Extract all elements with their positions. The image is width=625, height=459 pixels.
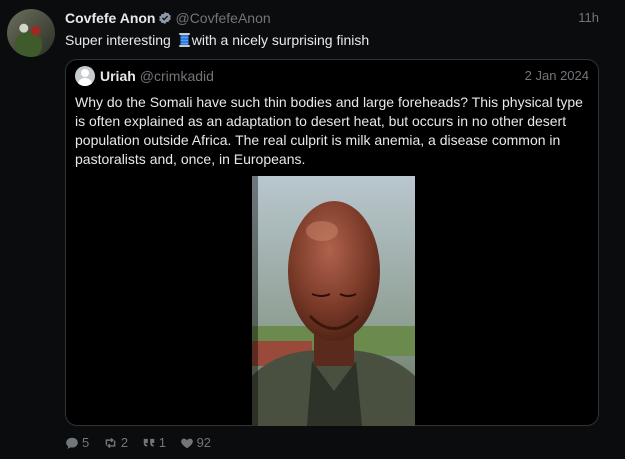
author-name[interactable]: Covfefe Anon — [65, 10, 155, 26]
reply-count: 5 — [82, 435, 90, 450]
tweet-text: Super interesting with a nicely surprisi… — [65, 31, 369, 49]
quoted-tweet[interactable]: Uriah @crimkadid 2 Jan 2024 Why do the So… — [65, 59, 599, 426]
retweet-button[interactable]: 2 — [103, 434, 128, 452]
reply-icon — [65, 435, 82, 450]
author-handle[interactable]: @CovfefeAnon — [175, 10, 270, 26]
quote-button[interactable]: 1 — [142, 434, 166, 452]
tweet-actions: 5 2 1 92 — [65, 434, 221, 452]
like-count: 92 — [196, 435, 212, 450]
retweet-count: 2 — [120, 435, 129, 450]
heart-icon — [180, 435, 197, 450]
verified-badge-icon — [158, 11, 172, 29]
tweet-header: Covfefe Anon @CovfefeAnon 11h — [65, 9, 599, 27]
quoted-tweet-text: Why do the Somali have such thin bodies … — [75, 94, 583, 167]
tweet-text-part-2: with a nicely surprising finish — [191, 32, 370, 48]
tweet-timestamp[interactable]: 11h — [578, 9, 599, 27]
quote-icon — [142, 435, 159, 450]
quoted-author-handle[interactable]: @crimkadid — [140, 68, 214, 84]
quoted-tweet-header: Uriah @crimkadid 2 Jan 2024 — [75, 66, 589, 86]
like-button[interactable]: 92 — [180, 434, 211, 452]
reply-button[interactable]: 5 — [65, 434, 89, 452]
author-avatar[interactable] — [7, 9, 55, 57]
quoted-author-name[interactable]: Uriah — [100, 68, 136, 84]
quoted-author-avatar[interactable] — [75, 66, 95, 86]
quote-count: 1 — [158, 435, 166, 450]
thread-spool-icon — [178, 33, 190, 47]
tweet-text-part-1: Super interesting — [65, 32, 175, 48]
quoted-tweet-image[interactable] — [252, 176, 415, 426]
quoted-tweet-date[interactable]: 2 Jan 2024 — [525, 66, 589, 86]
retweet-icon — [103, 435, 121, 450]
